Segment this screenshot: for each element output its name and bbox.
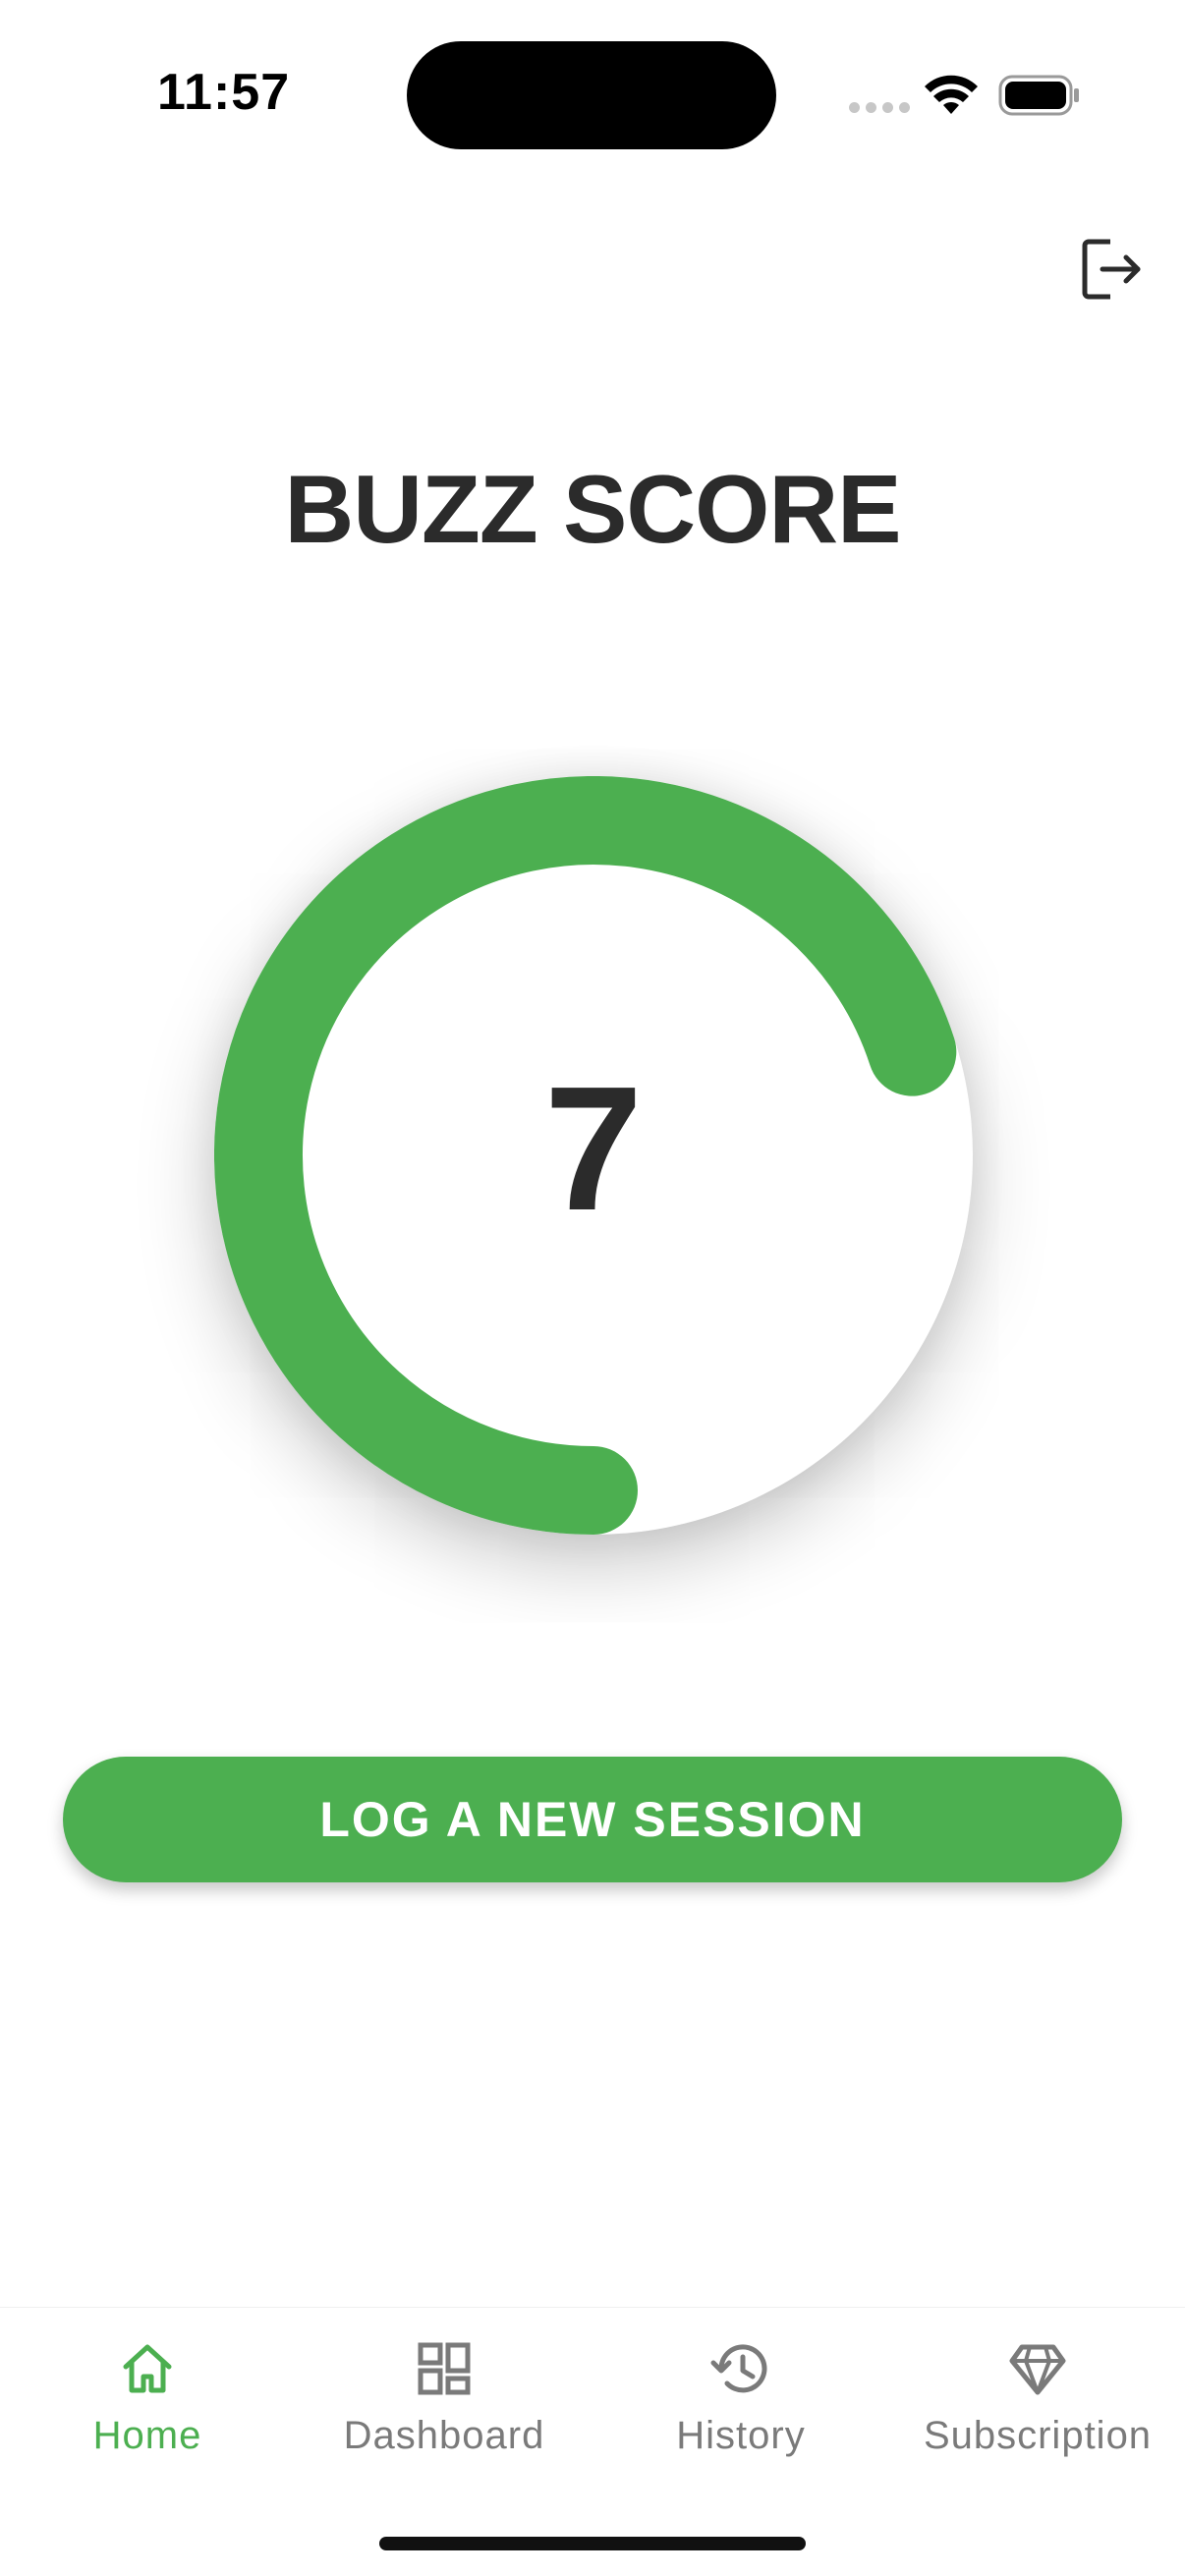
home-indicator [379, 2537, 806, 2550]
home-icon [123, 2344, 172, 2393]
buzz-score-gauge: 7 [214, 776, 973, 1535]
nav-label-dashboard: Dashboard [343, 2414, 545, 2457]
bottom-navigation: Home Dashboard History Subscription [0, 2307, 1185, 2576]
nav-label-subscription: Subscription [923, 2414, 1153, 2457]
nav-item-home[interactable]: Home [0, 2337, 295, 2475]
nav-label-history: History [676, 2414, 806, 2457]
battery-icon [998, 75, 1079, 116]
page-title: BUZZ SCORE [284, 455, 902, 563]
nav-item-history[interactable]: History [593, 2337, 888, 2475]
logout-icon[interactable] [1077, 234, 1148, 305]
history-icon [710, 2344, 767, 2393]
nav-item-dashboard[interactable]: Dashboard [297, 2337, 592, 2475]
dashboard-icon [418, 2342, 471, 2395]
dynamic-island [407, 41, 776, 149]
status-time: 11:57 [157, 64, 291, 121]
cellular-signal-icon [849, 102, 910, 113]
diamond-icon [1009, 2344, 1066, 2395]
home-screen: 11:57 BUZZ SCORE 7 LOG A NEW SESSION Hom… [0, 0, 1185, 2576]
log-new-session-button[interactable]: LOG A NEW SESSION [63, 1757, 1122, 1882]
nav-item-subscription[interactable]: Subscription [890, 2337, 1185, 2475]
wifi-icon [925, 75, 978, 114]
nav-label-home: Home [92, 2414, 202, 2457]
buzz-score-value: 7 [543, 1050, 644, 1248]
